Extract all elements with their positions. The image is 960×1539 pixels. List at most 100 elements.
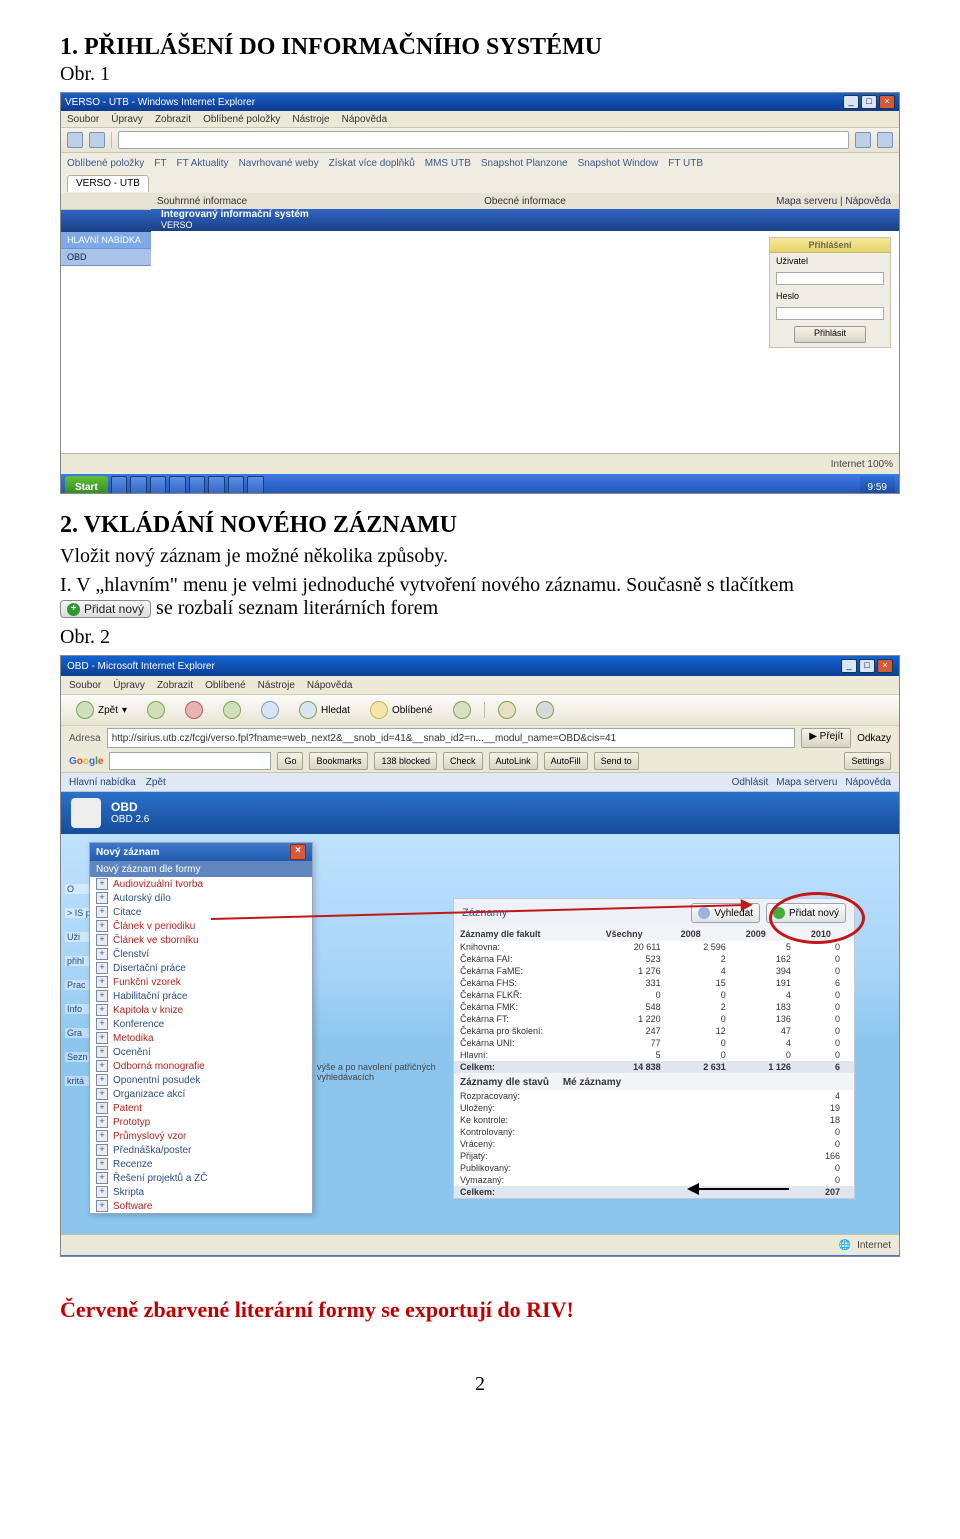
address-field[interactable]: http://sirius.utb.cz/fcgi/verso.fpl?fnam…: [107, 728, 795, 748]
refresh-icon[interactable]: [855, 132, 871, 148]
task-button[interactable]: [150, 476, 167, 494]
menu-item[interactable]: Úpravy: [113, 680, 145, 691]
start-button[interactable]: Start: [65, 476, 108, 494]
popup-close-icon[interactable]: ×: [290, 844, 306, 860]
bookmark-item[interactable]: MMS UTB: [425, 158, 471, 169]
stop-button[interactable]: [178, 698, 210, 722]
menu-item[interactable]: Soubor: [67, 114, 99, 125]
print-button[interactable]: [529, 698, 561, 722]
browser-tab[interactable]: VERSO - UTB: [67, 175, 149, 192]
menu-item[interactable]: Zobrazit: [155, 114, 191, 125]
popup-item[interactable]: Organizace akcí: [90, 1087, 312, 1101]
login-submit-button[interactable]: Přihlásit: [794, 326, 866, 343]
bookmark-item[interactable]: Získat více doplňků: [329, 158, 415, 169]
popup-item[interactable]: Oponentní posudek: [90, 1073, 312, 1087]
popup-item[interactable]: Konference: [90, 1017, 312, 1031]
pridat-novy-button[interactable]: Přidat nový: [766, 903, 846, 923]
favorites-button[interactable]: Oblíbené: [363, 698, 440, 722]
bookmark-item[interactable]: FT Aktuality: [177, 158, 229, 169]
bookmark-item[interactable]: Navrhované weby: [239, 158, 319, 169]
task-button[interactable]: [228, 476, 245, 494]
history-button[interactable]: [446, 698, 478, 722]
popup-item[interactable]: Přednáška/poster: [90, 1143, 312, 1157]
menu-item[interactable]: Oblíbené: [205, 680, 246, 691]
maximize-button[interactable]: □: [859, 659, 875, 673]
login-pass-input[interactable]: [776, 307, 884, 320]
task-button[interactable]: [247, 476, 264, 494]
nav-mapa[interactable]: Mapa serveru: [776, 777, 837, 788]
refresh-button[interactable]: [216, 698, 248, 722]
popup-item[interactable]: Odborná monografie: [90, 1059, 312, 1073]
app-logo: [71, 798, 101, 828]
popup-item[interactable]: Recenze: [90, 1157, 312, 1171]
back-icon[interactable]: [67, 132, 83, 148]
maximize-button[interactable]: □: [861, 95, 877, 109]
task-button[interactable]: [169, 476, 186, 494]
google-blocked[interactable]: 138 blocked: [374, 752, 437, 770]
home-button[interactable]: [254, 698, 286, 722]
minimize-button[interactable]: _: [841, 659, 857, 673]
task-button[interactable]: [130, 476, 147, 494]
popup-item[interactable]: Článek ve sborníku: [90, 933, 312, 947]
menu-item[interactable]: Oblíbené položky: [203, 114, 280, 125]
search-button[interactable]: Hledat: [292, 698, 357, 722]
nav-hlavni[interactable]: Hlavní nabídka: [69, 777, 136, 788]
bookmark-item[interactable]: Snapshot Planzone: [481, 158, 568, 169]
stop-icon[interactable]: [877, 132, 893, 148]
task-button[interactable]: [111, 476, 128, 494]
login-user-input[interactable]: [776, 272, 884, 285]
popup-item[interactable]: Autorský dílo: [90, 891, 312, 905]
menu-item[interactable]: Nápověda: [342, 114, 388, 125]
links-button[interactable]: Odkazy: [857, 733, 891, 744]
go-button[interactable]: ▶ Přejít: [801, 728, 851, 748]
popup-item[interactable]: Disertační práce: [90, 961, 312, 975]
forward-icon[interactable]: [89, 132, 105, 148]
popup-item[interactable]: Audiovizuální tvorba: [90, 877, 312, 891]
task-button[interactable]: [208, 476, 225, 494]
popup-item[interactable]: Funkční vzorek: [90, 975, 312, 989]
google-bookmarks[interactable]: Bookmarks: [309, 752, 368, 770]
google-go[interactable]: Go: [277, 752, 303, 770]
bookmark-item[interactable]: FT UTB: [668, 158, 703, 169]
popup-item[interactable]: Řešení projektů a ZČ: [90, 1171, 312, 1185]
google-check[interactable]: Check: [443, 752, 483, 770]
google-autolink[interactable]: AutoLink: [489, 752, 538, 770]
popup-item[interactable]: Průmyslový vzor: [90, 1129, 312, 1143]
popup-item[interactable]: Ocenění: [90, 1045, 312, 1059]
google-search-input[interactable]: [109, 752, 271, 770]
google-autofill[interactable]: AutoFill: [544, 752, 588, 770]
popup-item[interactable]: Software: [90, 1199, 312, 1213]
close-button[interactable]: ×: [879, 95, 895, 109]
minimize-button[interactable]: _: [843, 95, 859, 109]
menu-item[interactable]: Nápověda: [307, 680, 353, 691]
forward-button[interactable]: [140, 698, 172, 722]
popup-item[interactable]: Prototyp: [90, 1115, 312, 1129]
popup-item[interactable]: Kapitola v knize: [90, 1003, 312, 1017]
nav-odhlasit[interactable]: Odhlásit: [732, 777, 769, 788]
bookmark-item[interactable]: Snapshot Window: [578, 158, 659, 169]
google-sendto[interactable]: Send to: [594, 752, 639, 770]
bookmark-item[interactable]: Oblíbené položky: [67, 158, 144, 169]
popup-item[interactable]: Členství: [90, 947, 312, 961]
popup-item[interactable]: Článek v periodiku: [90, 919, 312, 933]
popup-item[interactable]: Metodika: [90, 1031, 312, 1045]
popup-item[interactable]: Habilitační práce: [90, 989, 312, 1003]
nav-item-obd[interactable]: OBD: [61, 249, 151, 266]
menu-item[interactable]: Zobrazit: [157, 680, 193, 691]
bookmark-item[interactable]: FT: [154, 158, 166, 169]
task-button[interactable]: [189, 476, 206, 494]
menu-item[interactable]: Úpravy: [111, 114, 143, 125]
mail-button[interactable]: [491, 698, 523, 722]
nav-napoveda[interactable]: Nápověda: [845, 777, 891, 788]
map-link[interactable]: Mapa serveru | Nápověda: [776, 196, 891, 207]
menu-item[interactable]: Nástroje: [292, 114, 329, 125]
popup-item[interactable]: Skripta: [90, 1185, 312, 1199]
menu-item[interactable]: Nástroje: [258, 680, 295, 691]
google-settings[interactable]: Settings: [844, 752, 891, 770]
back-button[interactable]: Zpět ▾: [69, 698, 134, 722]
close-button[interactable]: ×: [877, 659, 893, 673]
address-bar[interactable]: [118, 131, 849, 149]
nav-zpet[interactable]: Zpět: [146, 777, 166, 788]
menu-item[interactable]: Soubor: [69, 680, 101, 691]
popup-item[interactable]: Patent: [90, 1101, 312, 1115]
